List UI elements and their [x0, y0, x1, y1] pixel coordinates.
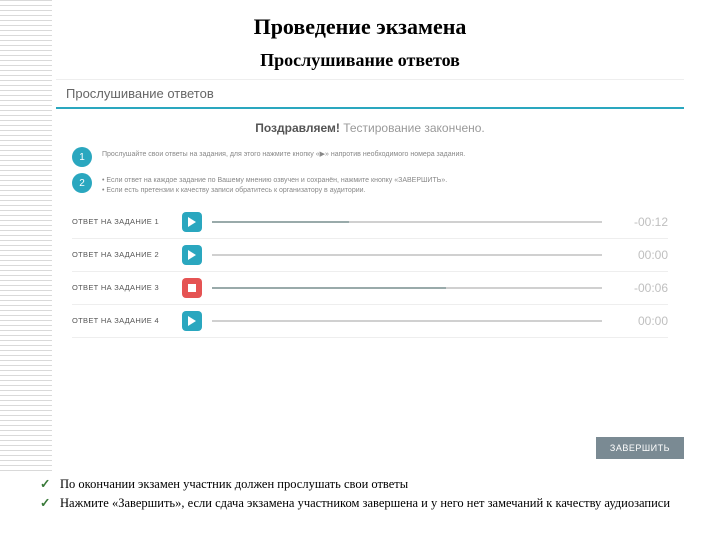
congrats-line: Поздравляем! Тестирование закончено.	[56, 109, 684, 143]
slide-title: Проведение экзамена	[0, 0, 720, 40]
check-icon: ✓	[40, 495, 54, 512]
time-remaining: 00:00	[614, 314, 668, 328]
bullet-text: По окончании экзамен участник должен про…	[60, 476, 684, 493]
progress-track[interactable]	[212, 320, 602, 322]
stop-button[interactable]	[182, 278, 202, 298]
play-icon	[188, 250, 196, 260]
step-number-badge: 2	[72, 173, 92, 193]
app-header: Прослушивание ответов	[56, 80, 684, 109]
progress-track[interactable]	[212, 254, 602, 256]
footer-bullets: ✓ По окончании экзамен участник должен п…	[40, 476, 684, 514]
play-icon	[188, 217, 196, 227]
progress-track[interactable]	[212, 287, 602, 289]
answer-row: ОТВЕТ НА ЗАДАНИЕ 4 00:00	[72, 305, 668, 338]
play-button[interactable]	[182, 245, 202, 265]
bullet-item: ✓ По окончании экзамен участник должен п…	[40, 476, 684, 493]
instructions: 1 Прослушайте свои ответы на задания, дл…	[72, 147, 668, 196]
answer-label: ОТВЕТ НА ЗАДАНИЕ 4	[72, 316, 182, 325]
time-remaining: 00:00	[614, 248, 668, 262]
answer-row: ОТВЕТ НА ЗАДАНИЕ 1 -00:12	[72, 206, 668, 239]
instruction-row: 2 • Если ответ на каждое задание по Ваше…	[72, 173, 668, 196]
congrats-rest: Тестирование закончено.	[343, 121, 485, 135]
bullet-item: ✓ Нажмите «Завершить», если сдача экзаме…	[40, 495, 684, 512]
time-remaining: -00:06	[614, 281, 668, 295]
step-text: Прослушайте свои ответы на задания, для …	[102, 147, 465, 160]
time-remaining: -00:12	[614, 215, 668, 229]
bullet-text: Нажмите «Завершить», если сдача экзамена…	[60, 495, 684, 512]
step-text: • Если ответ на каждое задание по Вашему…	[102, 173, 447, 196]
play-button[interactable]	[182, 311, 202, 331]
answer-row: ОТВЕТ НА ЗАДАНИЕ 2 00:00	[72, 239, 668, 272]
instruction-row: 1 Прослушайте свои ответы на задания, дл…	[72, 147, 668, 167]
play-icon	[188, 316, 196, 326]
congrats-bold: Поздравляем!	[255, 121, 340, 135]
app-window: Прослушивание ответов Поздравляем! Тести…	[56, 79, 684, 459]
stop-icon	[188, 284, 196, 292]
answer-label: ОТВЕТ НА ЗАДАНИЕ 2	[72, 250, 182, 259]
answers-list: ОТВЕТ НА ЗАДАНИЕ 1 -00:12 ОТВЕТ НА ЗАДАН…	[72, 206, 668, 338]
answer-row: ОТВЕТ НА ЗАДАНИЕ 3 -00:06	[72, 272, 668, 305]
finish-button[interactable]: ЗАВЕРШИТЬ	[596, 437, 684, 459]
answer-label: ОТВЕТ НА ЗАДАНИЕ 3	[72, 283, 182, 292]
play-button[interactable]	[182, 212, 202, 232]
answer-label: ОТВЕТ НА ЗАДАНИЕ 1	[72, 217, 182, 226]
progress-track[interactable]	[212, 221, 602, 223]
step-number-badge: 1	[72, 147, 92, 167]
slide-subtitle: Прослушивание ответов	[0, 50, 720, 71]
check-icon: ✓	[40, 476, 54, 493]
